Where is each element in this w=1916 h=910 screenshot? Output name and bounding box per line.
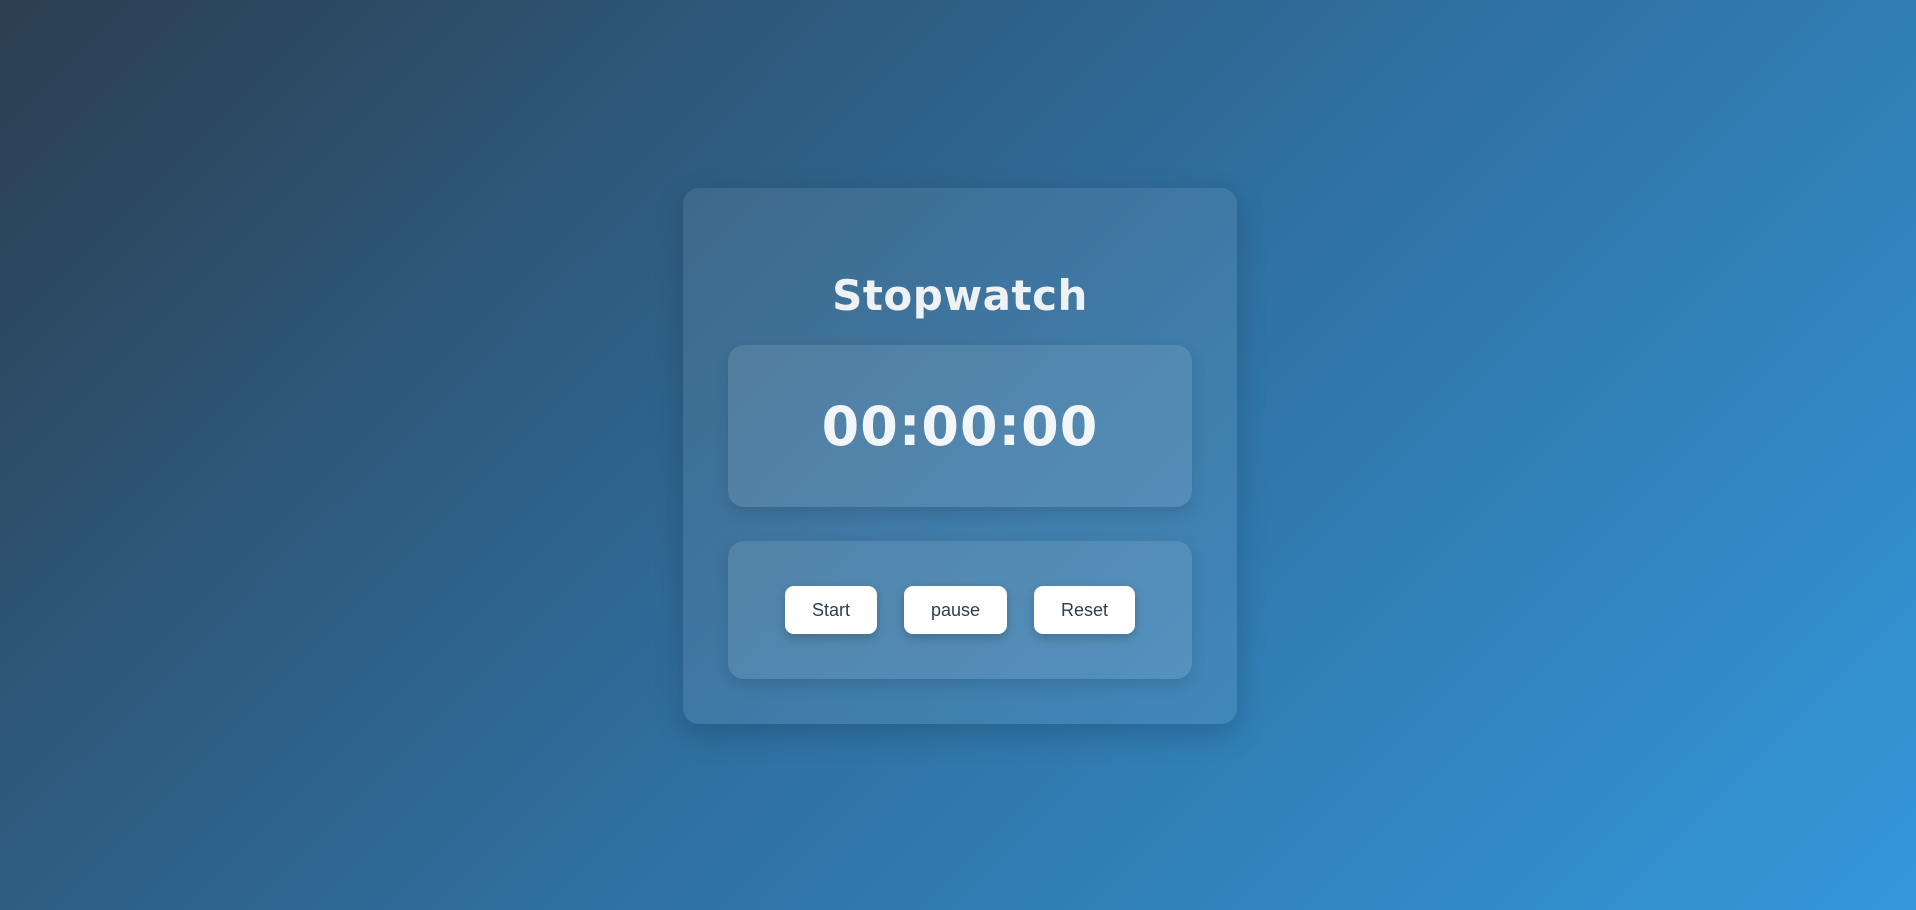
pause-button[interactable]: pause <box>904 586 1007 634</box>
time-display: 00:00:00 <box>821 394 1099 458</box>
time-display-panel: 00:00:00 <box>728 345 1192 507</box>
controls-panel: Start pause Reset <box>728 541 1192 679</box>
start-button[interactable]: Start <box>785 586 877 634</box>
reset-button[interactable]: Reset <box>1034 586 1135 634</box>
stopwatch-card: Stopwatch 00:00:00 Start pause Reset <box>683 188 1237 724</box>
app-title: Stopwatch <box>832 271 1088 320</box>
page-background: { "app": { "title": "Stopwatch" }, "disp… <box>0 0 1916 910</box>
